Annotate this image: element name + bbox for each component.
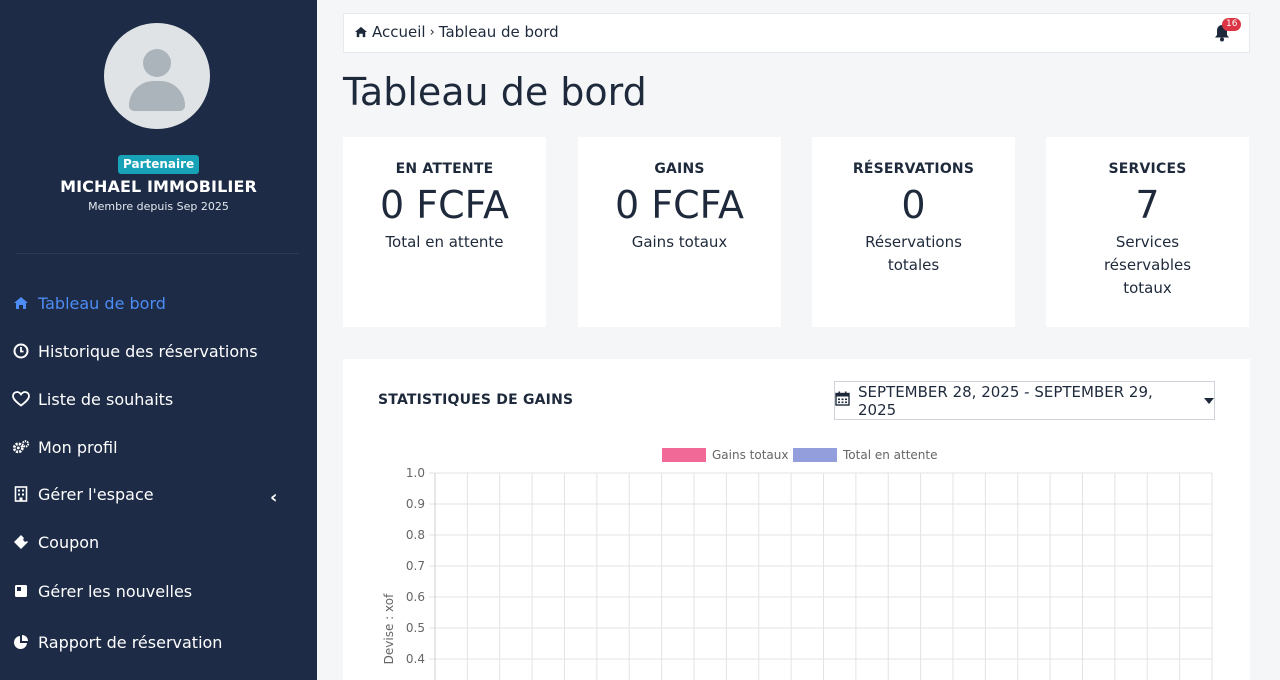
chevron-left-icon[interactable]: ‹ <box>270 487 277 508</box>
breadcrumb-home-link[interactable]: Accueil <box>372 23 426 41</box>
earnings-chart: 1.0 0.9 0.8 0.7 0.6 0.5 0.4 Devise : xof <box>382 466 1213 680</box>
user-name: MICHAEL IMMOBILIER <box>60 177 257 196</box>
y-tick-label: 0.5 <box>406 621 425 635</box>
sidebar-divider <box>16 253 299 254</box>
sidebar-item-booking-history[interactable]: Historique des réservations <box>12 337 258 365</box>
clock-icon <box>12 342 30 360</box>
sidebar-item-label: Gérer l'espace <box>38 484 154 504</box>
stat-card-earnings: GAINS 0 FCFA Gains totaux <box>578 137 781 327</box>
sidebar-item-label: Mon profil <box>38 437 118 457</box>
y-tick-label: 1.0 <box>406 466 425 480</box>
y-tick-label: 0.8 <box>406 528 425 542</box>
stat-value: 0 <box>901 183 926 227</box>
page-title: Tableau de bord <box>343 70 647 114</box>
home-icon <box>12 294 30 312</box>
sidebar: Partenaire MICHAEL IMMOBILIER Membre dep… <box>0 0 317 680</box>
stat-subtitle: Gains totaux <box>631 233 728 251</box>
stat-value: 0 FCFA <box>379 183 509 227</box>
stat-label: GAINS <box>654 161 705 177</box>
stat-value: 0 FCFA <box>614 183 744 227</box>
stat-label: EN ATTENTE <box>395 161 494 177</box>
stat-subtitle: Services réservables totaux <box>1103 233 1192 297</box>
y-axis-ticks: 1.0 0.9 0.8 0.7 0.6 0.5 0.4 <box>406 466 425 666</box>
breadcrumb-separator: › <box>429 24 435 40</box>
breadcrumb-current: Tableau de bord <box>438 23 559 41</box>
stat-subtitle: Total en attente <box>385 233 504 251</box>
role-badge: Partenaire <box>118 155 200 174</box>
sidebar-item-news[interactable]: Gérer les nouvelles <box>12 577 192 605</box>
y-tick-label: 0.4 <box>406 652 425 666</box>
sidebar-item-profile[interactable]: Mon profil <box>12 433 118 461</box>
stat-subtitle: Réservations totales <box>865 233 962 274</box>
avatar-head <box>143 49 171 77</box>
member-since: Membre depuis Sep 2025 <box>88 200 229 213</box>
ticket-icon <box>12 533 30 551</box>
notification-count-badge: 16 <box>1222 18 1242 31</box>
building-icon <box>12 485 30 503</box>
stat-label: RÉSERVATIONS <box>852 161 975 177</box>
breadcrumb: Accueil › Tableau de bord <box>354 23 559 41</box>
stat-card-pending: EN ATTENTE 0 FCFA Total en attente <box>343 137 546 327</box>
chart-grid <box>429 472 1213 680</box>
sidebar-item-label: Historique des réservations <box>38 341 258 361</box>
earnings-statistics-panel: STATISTIQUES DE GAINS SEPTEMBER 28, 2025… <box>343 359 1250 680</box>
pie-chart-icon <box>12 633 30 651</box>
stat-value: 7 <box>1135 183 1160 227</box>
sidebar-item-coupon[interactable]: Coupon <box>12 528 99 556</box>
avatar[interactable] <box>104 23 210 129</box>
y-tick-label: 0.9 <box>406 497 425 511</box>
avatar-shoulders <box>129 81 185 111</box>
sidebar-item-label: Coupon <box>38 532 100 552</box>
stat-card-reservations: RÉSERVATIONS 0 Réservations totales <box>812 137 1015 327</box>
y-axis-label: Devise : xof <box>382 593 396 664</box>
book-icon <box>12 582 30 600</box>
stat-label: SERVICES <box>1108 161 1187 177</box>
sidebar-item-label: Tableau de bord <box>38 293 166 313</box>
topbar: Accueil › Tableau de bord 16 <box>343 13 1250 53</box>
sidebar-item-label: Gérer les nouvelles <box>38 581 193 601</box>
y-tick-label: 0.7 <box>406 559 425 573</box>
y-tick-label: 0.6 <box>406 590 425 604</box>
sidebar-item-label: Liste de souhaits <box>38 389 174 409</box>
sidebar-item-wishlist[interactable]: Liste de souhaits <box>12 385 173 413</box>
home-icon <box>354 26 368 38</box>
stat-card-services: SERVICES 7 Services réservables totaux <box>1046 137 1249 327</box>
sidebar-item-dashboard[interactable]: Tableau de bord <box>12 289 166 317</box>
heart-icon <box>12 390 30 408</box>
sidebar-item-label: Rapport de réservation <box>38 632 223 652</box>
cogs-icon <box>12 438 30 456</box>
sidebar-item-booking-report[interactable]: Rapport de réservation <box>12 628 222 656</box>
sidebar-item-manage-space[interactable]: Gérer l'espace <box>12 480 154 508</box>
